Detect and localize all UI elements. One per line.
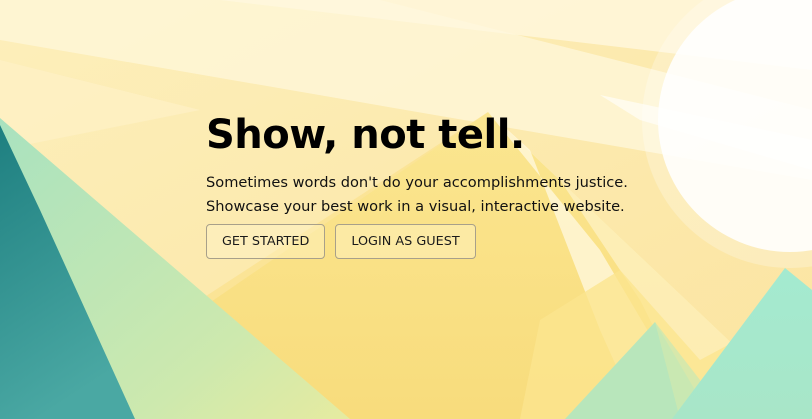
hero-description-line-2: Showcase your best work in a visual, int… bbox=[206, 198, 625, 215]
hero-title: Show, not tell. bbox=[206, 112, 525, 158]
hero-description-line-1: Sometimes words don't do your accomplish… bbox=[206, 174, 628, 191]
get-started-button[interactable]: GET STARTED bbox=[206, 224, 326, 259]
hero-description: Sometimes words don't do your accomplish… bbox=[206, 171, 646, 219]
hero-button-group: GET STARTED LOGIN AS GUEST bbox=[206, 224, 646, 259]
login-as-guest-button[interactable]: LOGIN AS GUEST bbox=[335, 224, 476, 259]
hero-content: Show, not tell. Sometimes words don't do… bbox=[206, 112, 646, 259]
